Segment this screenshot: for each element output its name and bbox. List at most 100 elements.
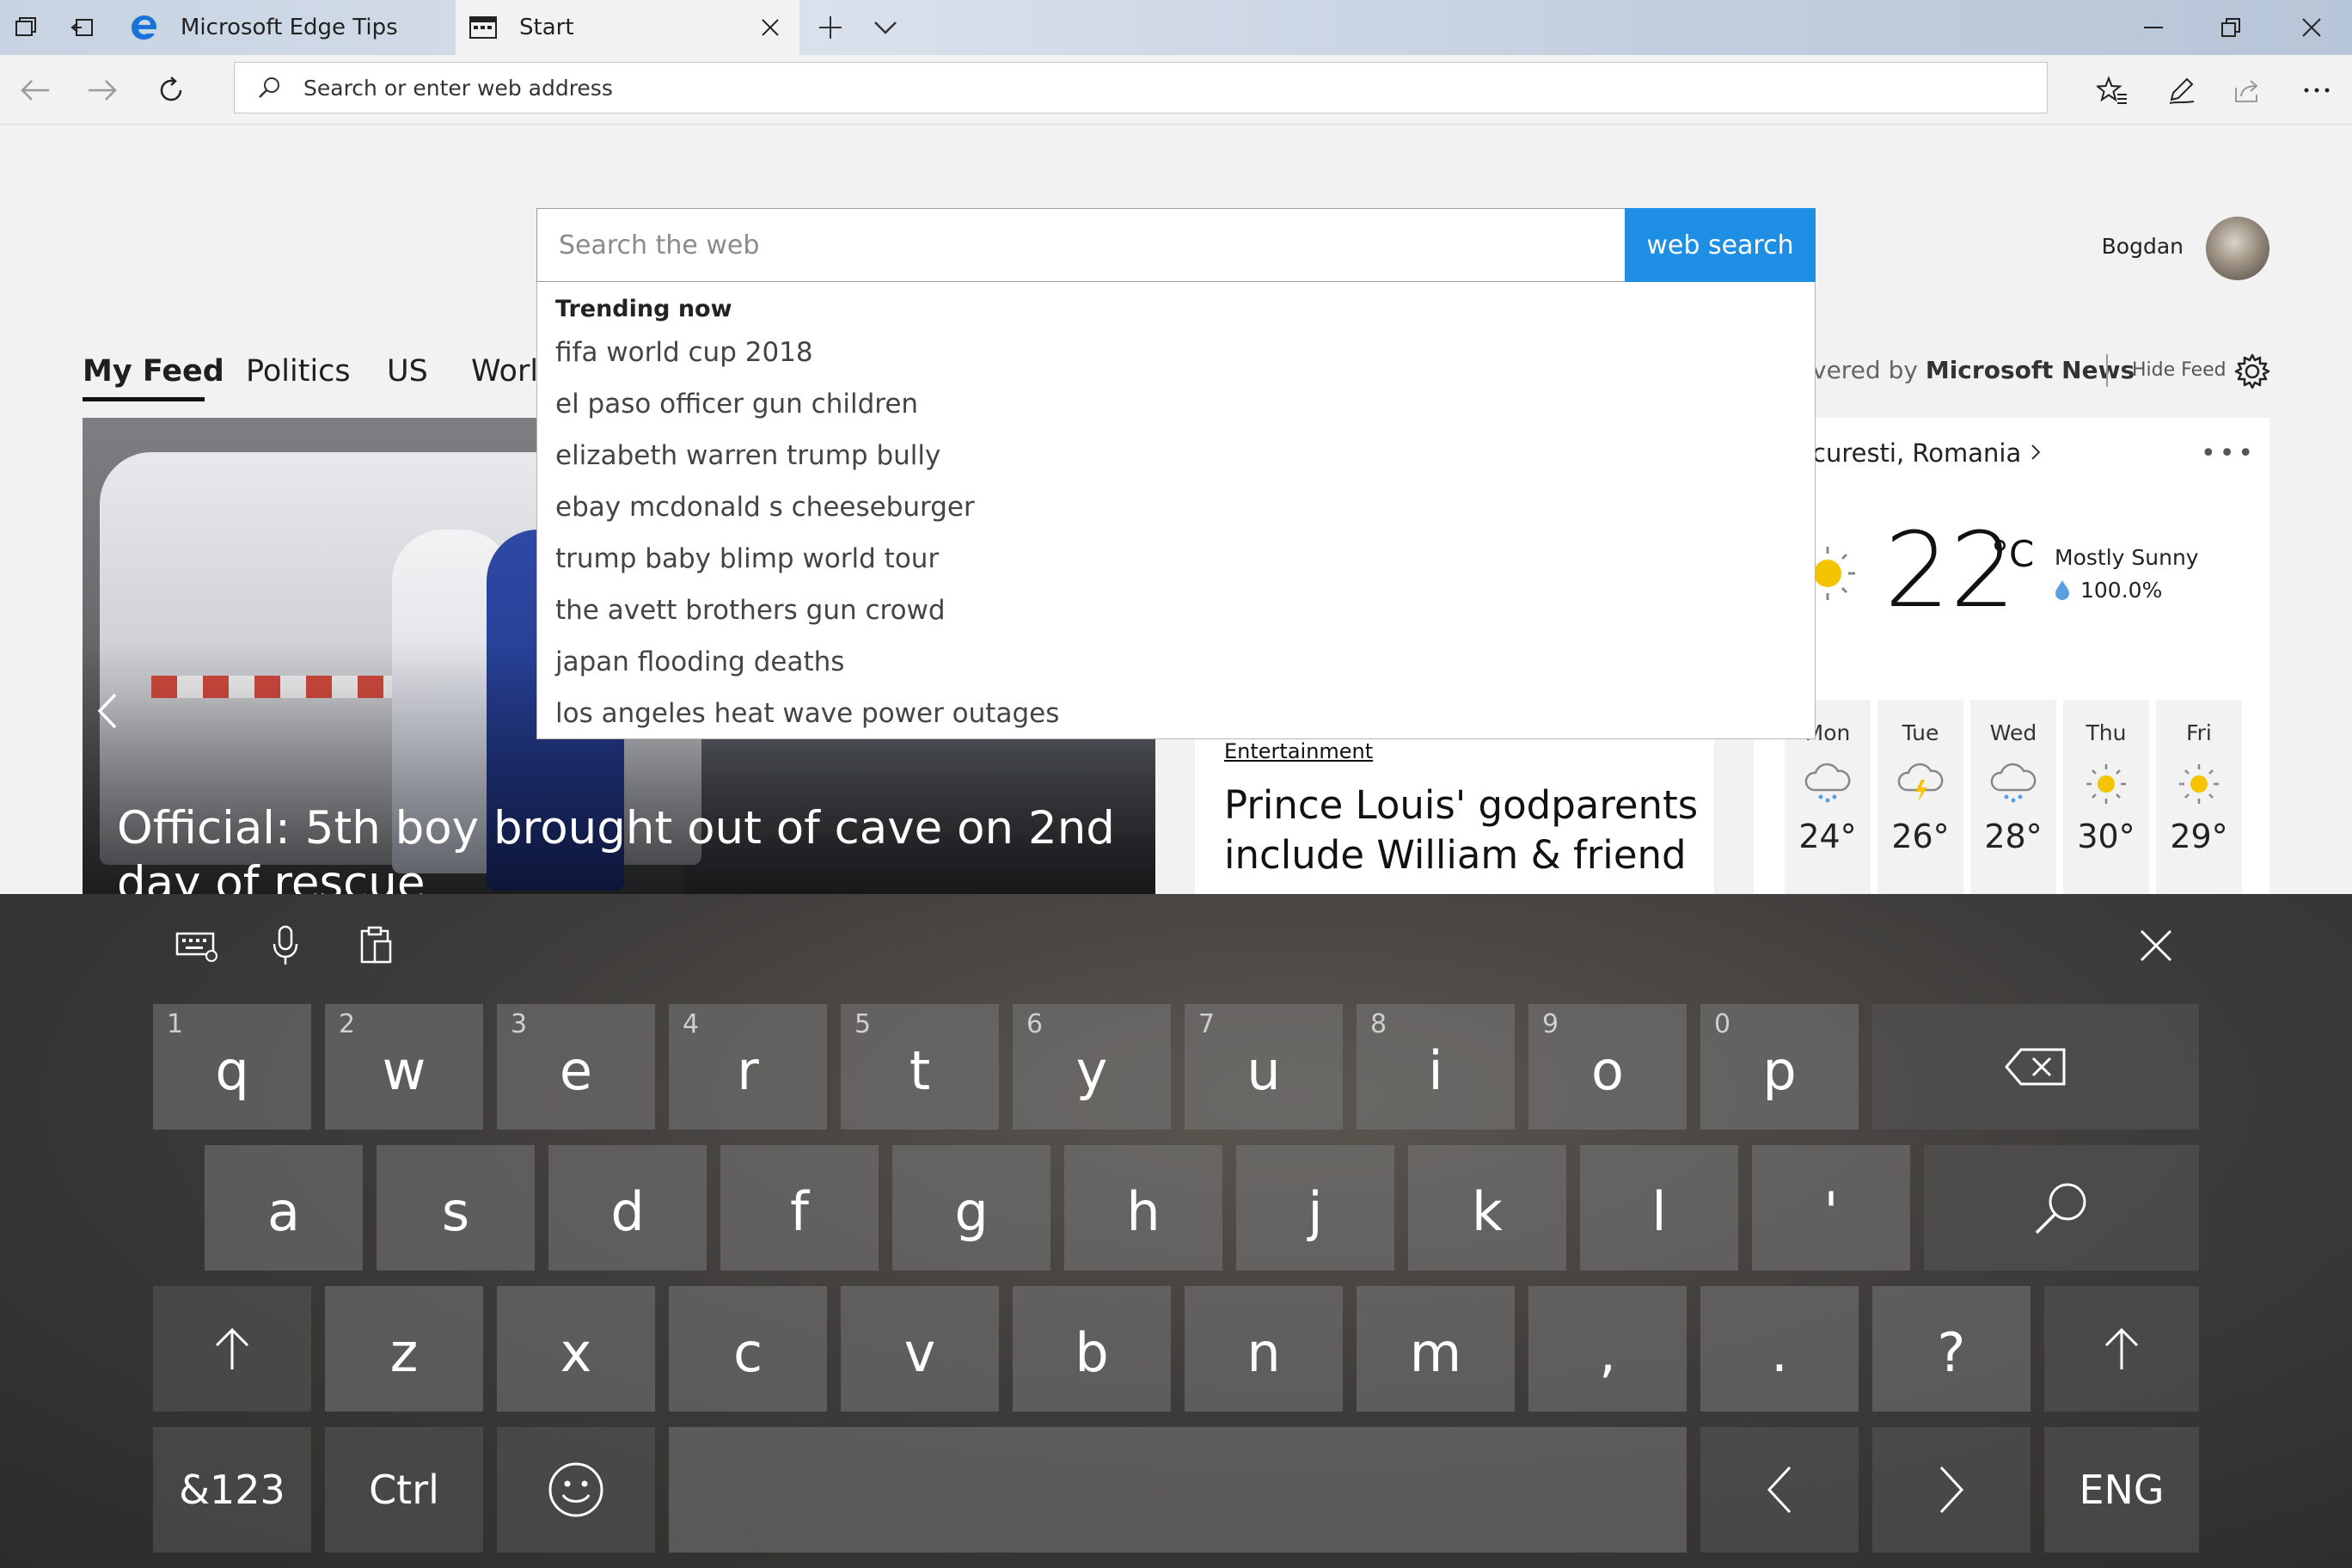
- key-u[interactable]: 7u: [1185, 1004, 1343, 1130]
- forward-icon[interactable]: [81, 69, 124, 112]
- shift-right-key[interactable]: [2044, 1286, 2199, 1412]
- space-key[interactable]: [669, 1427, 1687, 1553]
- article-category[interactable]: Entertainment: [1224, 739, 1373, 763]
- search-key[interactable]: [1924, 1145, 2199, 1271]
- refresh-icon[interactable]: [150, 69, 193, 112]
- microphone-icon[interactable]: [260, 920, 311, 971]
- hero-title[interactable]: Official: 5th boy brought out of cave on…: [117, 801, 1148, 899]
- forecast-temp: 24°: [1798, 818, 1857, 855]
- key-n[interactable]: n: [1185, 1286, 1343, 1412]
- key-comma[interactable]: ,: [1528, 1286, 1687, 1412]
- hide-feed-link[interactable]: Hide Feed: [2132, 359, 2226, 381]
- key-period[interactable]: .: [1700, 1286, 1859, 1412]
- cursor-left-key[interactable]: [1700, 1427, 1859, 1553]
- tab-us[interactable]: US: [387, 354, 428, 389]
- address-bar[interactable]: [234, 62, 2048, 113]
- clipboard-icon[interactable]: [351, 920, 402, 971]
- web-search-input[interactable]: [538, 210, 1623, 280]
- close-tab-icon[interactable]: [753, 10, 787, 45]
- key-k[interactable]: k: [1408, 1145, 1566, 1271]
- forecast-day[interactable]: Fri 29°: [2156, 700, 2242, 906]
- shift-left-key[interactable]: [153, 1286, 311, 1412]
- suggestion-item[interactable]: ebay mcdonald s cheeseburger: [555, 492, 975, 523]
- forecast-day[interactable]: Thu 30°: [2063, 700, 2149, 906]
- key-h[interactable]: h: [1064, 1145, 1222, 1271]
- back-icon[interactable]: [14, 69, 57, 112]
- new-tab-icon[interactable]: [813, 10, 848, 45]
- tab-preview-chevron-icon[interactable]: [868, 10, 903, 45]
- suggestion-item[interactable]: los angeles heat wave power outages: [555, 698, 1059, 729]
- start-page-icon: [468, 12, 499, 43]
- key-o[interactable]: 9o: [1528, 1004, 1687, 1130]
- pen-notes-icon[interactable]: [2159, 69, 2202, 112]
- tab-edge-tips[interactable]: Microsoft Edge Tips: [117, 0, 456, 55]
- key-number: 1: [167, 1009, 184, 1039]
- key-apostrophe[interactable]: ': [1752, 1145, 1910, 1271]
- key-z[interactable]: z: [325, 1286, 483, 1412]
- weather-more-icon[interactable]: •••: [2201, 438, 2257, 469]
- set-aside-tabs-icon[interactable]: [65, 10, 100, 45]
- tab-my-feed[interactable]: My Feed: [83, 354, 224, 389]
- tab-world[interactable]: Worl: [471, 354, 538, 389]
- key-r[interactable]: 4r: [669, 1004, 827, 1130]
- weather-location[interactable]: curesti, Romania: [1812, 438, 2043, 468]
- key-q[interactable]: 1q: [153, 1004, 311, 1130]
- key-p[interactable]: 0p: [1700, 1004, 1859, 1130]
- suggestion-item[interactable]: trump baby blimp world tour: [555, 543, 939, 574]
- ctrl-key[interactable]: Ctrl: [325, 1427, 483, 1553]
- tab-start[interactable]: Start: [456, 0, 799, 55]
- tab-manager-icon[interactable]: [9, 10, 43, 45]
- close-keyboard-icon[interactable]: [2130, 920, 2182, 971]
- key-letter: a: [267, 1179, 300, 1243]
- suggestion-item[interactable]: elizabeth warren trump bully: [555, 440, 940, 471]
- key-g[interactable]: g: [892, 1145, 1050, 1271]
- powered-brand[interactable]: Microsoft News: [1926, 356, 2135, 384]
- key-d[interactable]: d: [548, 1145, 707, 1271]
- key-a[interactable]: a: [205, 1145, 363, 1271]
- key-x[interactable]: x: [497, 1286, 655, 1412]
- suggestion-item[interactable]: japan flooding deaths: [555, 646, 844, 677]
- more-options-icon[interactable]: [2295, 69, 2338, 112]
- web-search-button[interactable]: web search: [1625, 208, 1816, 282]
- forecast-day[interactable]: Wed 28°: [1970, 700, 2056, 906]
- key-i[interactable]: 8i: [1357, 1004, 1515, 1130]
- key-y[interactable]: 6y: [1013, 1004, 1171, 1130]
- share-icon[interactable]: [2226, 69, 2269, 112]
- sun-icon: [2063, 754, 2149, 814]
- restore-icon[interactable]: [2201, 7, 2261, 48]
- weather-unit[interactable]: °C: [1991, 533, 2034, 575]
- key-j[interactable]: j: [1236, 1145, 1394, 1271]
- key-c[interactable]: c: [669, 1286, 827, 1412]
- backspace-key[interactable]: [1872, 1004, 2199, 1130]
- article-title[interactable]: Prince Louis' godparents include William…: [1224, 781, 1706, 880]
- minimize-icon[interactable]: [2123, 7, 2184, 48]
- key-m[interactable]: m: [1357, 1286, 1515, 1412]
- key-question[interactable]: ?: [1872, 1286, 2030, 1412]
- cursor-right-key[interactable]: [1872, 1427, 2030, 1553]
- user-name[interactable]: Bogdan: [2063, 234, 2184, 259]
- suggestion-item[interactable]: el paso officer gun children: [555, 389, 918, 420]
- symbols-key[interactable]: &123: [153, 1427, 311, 1553]
- key-v[interactable]: v: [841, 1286, 999, 1412]
- key-f[interactable]: f: [720, 1145, 879, 1271]
- tab-politics[interactable]: Politics: [246, 354, 351, 389]
- gear-icon[interactable]: [2233, 352, 2271, 390]
- window-close-icon[interactable]: [2282, 7, 2342, 48]
- suggestion-item[interactable]: fifa world cup 2018: [555, 337, 813, 368]
- suggestion-item[interactable]: the avett brothers gun crowd: [555, 595, 946, 626]
- language-key[interactable]: ENG: [2044, 1427, 2199, 1553]
- key-e[interactable]: 3e: [497, 1004, 655, 1130]
- keyboard-settings-icon[interactable]: [172, 920, 224, 971]
- key-w[interactable]: 2w: [325, 1004, 483, 1130]
- key-b[interactable]: b: [1013, 1286, 1171, 1412]
- forecast-day[interactable]: Tue 26°: [1877, 700, 1963, 906]
- address-input[interactable]: [302, 74, 2047, 101]
- key-letter: w: [382, 1038, 426, 1102]
- key-s[interactable]: s: [377, 1145, 535, 1271]
- avatar[interactable]: [2206, 217, 2269, 280]
- emoji-key[interactable]: [497, 1427, 655, 1553]
- key-t[interactable]: 5t: [841, 1004, 999, 1130]
- key-l[interactable]: l: [1580, 1145, 1738, 1271]
- carousel-prev-icon[interactable]: [91, 689, 134, 741]
- favorites-icon[interactable]: [2091, 69, 2134, 112]
